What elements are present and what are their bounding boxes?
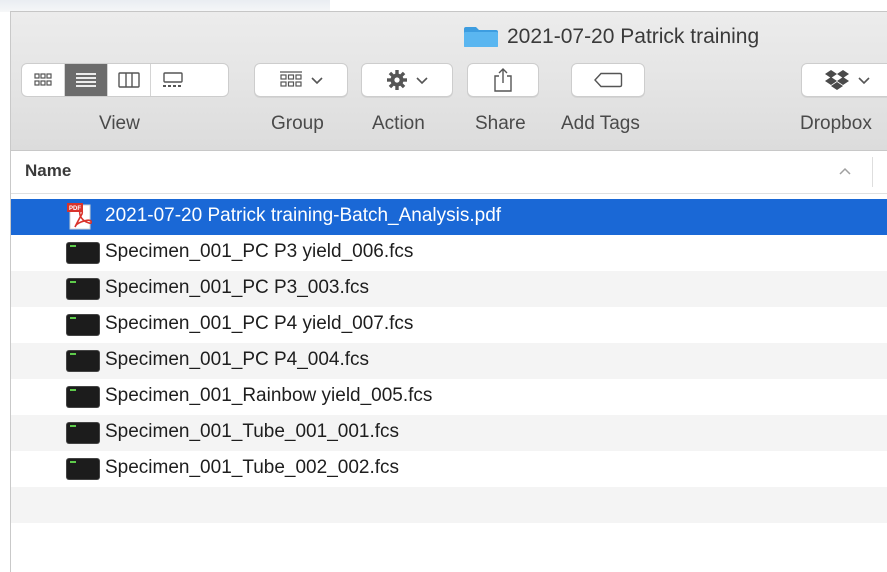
fcs-file-icon [67,459,99,479]
view-control: View [21,63,229,134]
add-tags-button[interactable] [571,63,645,97]
dropbox-icon [825,70,849,90]
dropbox-control: Dropbox [800,63,887,134]
fcs-file-icon [67,423,99,443]
folder-icon [463,26,499,48]
action-button[interactable] [361,63,453,97]
list-item[interactable]: Specimen_001_PC P3 yield_006.fcs [11,235,887,271]
empty-row [11,487,887,523]
gallery-view-icon[interactable] [151,64,194,96]
view-label: View [99,113,140,134]
window-title: 2021-07-20 Patrick training [463,24,759,50]
pdf-file-icon: PDF [67,203,93,230]
gear-icon [387,70,407,90]
chevron-down-icon [416,72,428,88]
finder-window: 2021-07-20 Patrick training View Group A… [10,11,887,572]
chevron-down-icon [858,72,870,88]
icon-view-icon[interactable] [22,64,65,96]
file-name: Specimen_001_Rainbow yield_005.fcs [105,385,433,406]
add-tags-control: Add Tags [561,63,645,134]
fcs-file-icon [67,279,99,299]
list-item[interactable]: Specimen_001_PC P4_004.fcs [11,343,887,379]
file-name: Specimen_001_Tube_002_002.fcs [105,457,400,478]
list-view-icon[interactable] [65,64,108,96]
group-label: Group [271,113,324,134]
share-label: Share [475,113,526,134]
dropbox-button[interactable] [801,63,887,97]
fcs-file-icon [67,243,99,263]
file-name: Specimen_001_Tube_001_001.fcs [105,421,400,442]
file-name: Specimen_001_PC P3 yield_006.fcs [105,241,414,262]
window-title-text: 2021-07-20 Patrick training [507,25,760,48]
share-button[interactable] [467,63,539,97]
file-name: Specimen_001_PC P4 yield_007.fcs [105,313,414,334]
list-header: Name [11,151,887,194]
fcs-file-icon [67,351,99,371]
list-item[interactable]: Specimen_001_Tube_002_002.fcs [11,451,887,487]
list-item[interactable]: Specimen_001_Rainbow yield_005.fcs [11,379,887,415]
list-item[interactable]: Specimen_001_PC P4 yield_007.fcs [11,307,887,343]
group-button[interactable] [254,63,348,97]
list-item[interactable]: Specimen_001_PC P3_003.fcs [11,271,887,307]
list-item[interactable]: PDF 2021-07-20 Patrick training-Batch_An… [11,199,887,235]
empty-row [11,523,887,559]
tag-icon [594,72,623,88]
action-control: Action [361,63,453,134]
group-icon [280,71,302,87]
file-list: PDF 2021-07-20 Patrick training-Batch_An… [11,199,887,559]
action-label: Action [372,113,425,134]
chevron-down-icon [311,72,323,88]
file-name: Specimen_001_PC P3_003.fcs [105,277,370,298]
toolbar-area: 2021-07-20 Patrick training View Group A… [11,12,887,151]
fcs-file-icon [67,315,99,335]
share-icon [494,68,512,92]
group-control: Group [254,63,348,134]
file-name: Specimen_001_PC P4_004.fcs [105,349,370,370]
column-divider[interactable] [872,157,873,187]
add-tags-label: Add Tags [561,113,640,134]
dropbox-label: Dropbox [800,113,872,134]
sort-ascending-icon[interactable] [839,162,851,178]
column-view-icon[interactable] [108,64,151,96]
name-column-header[interactable]: Name [25,161,71,181]
file-name: 2021-07-20 Patrick training-Batch_Analys… [105,205,502,226]
share-control: Share [467,63,539,134]
list-item[interactable]: Specimen_001_Tube_001_001.fcs [11,415,887,451]
fcs-file-icon [67,387,99,407]
